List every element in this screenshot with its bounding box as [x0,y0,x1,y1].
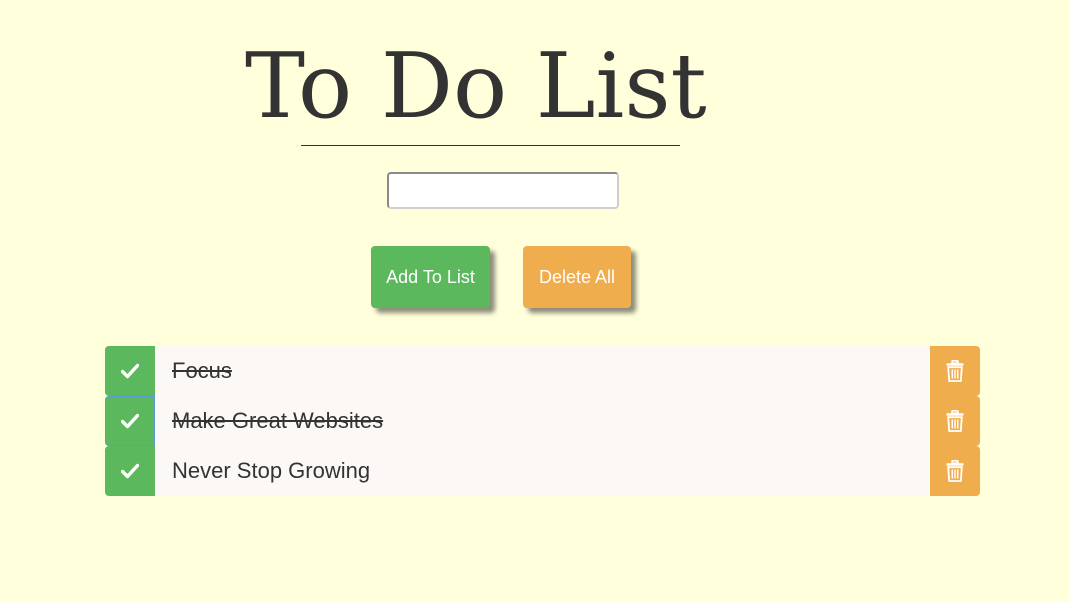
delete-item-button[interactable] [930,396,980,446]
page-title: To Do List [245,34,707,139]
title-underline [301,145,680,146]
todo-item: Never Stop Growing [105,446,980,496]
todo-list: Focus Make Great Websites Never Stop Gro… [105,346,980,496]
todo-text: Make Great Websites [155,396,930,446]
task-input[interactable] [387,172,619,209]
delete-item-button[interactable] [930,446,980,496]
check-icon [121,363,139,379]
add-to-list-button[interactable]: Add To List [371,246,490,308]
delete-all-button[interactable]: Delete All [523,246,631,308]
todo-text: Never Stop Growing [155,446,930,496]
todo-item: Focus [105,346,980,396]
todo-text: Focus [155,346,930,396]
check-icon [121,413,139,429]
trash-icon [946,410,964,432]
trash-icon [946,460,964,482]
complete-button[interactable] [105,346,155,396]
todo-item: Make Great Websites [105,396,980,446]
complete-button[interactable] [105,396,155,446]
check-icon [121,463,139,479]
complete-button[interactable] [105,446,155,496]
delete-item-button[interactable] [930,346,980,396]
trash-icon [946,360,964,382]
